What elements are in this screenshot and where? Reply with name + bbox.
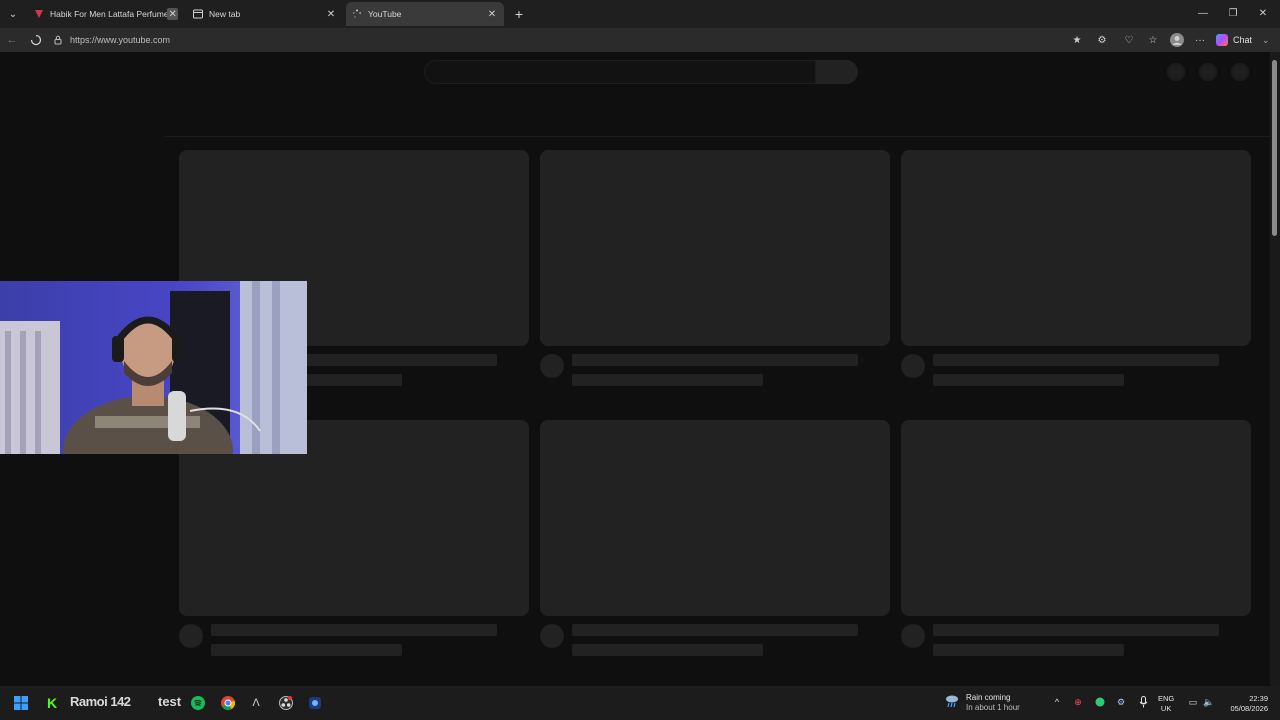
weather-subtitle: In about 1 hour xyxy=(966,703,1020,712)
tab-title: New tab xyxy=(209,9,241,19)
clock-date: 05/08/2026 xyxy=(1230,704,1268,713)
network-icon[interactable]: ▭ xyxy=(1186,695,1200,709)
taskbar-overlay-text-2: test xyxy=(158,694,182,709)
close-window-icon[interactable]: ✕ xyxy=(1252,5,1274,21)
show-hidden-icons-chevron-icon[interactable]: ^ xyxy=(1050,695,1064,709)
tab-title: Habik For Men Lattafa Perfumes co xyxy=(50,9,168,19)
streaming-app-icon[interactable] xyxy=(307,695,323,711)
obs-icon[interactable] xyxy=(278,695,294,711)
video-thumbnail-skeleton xyxy=(901,420,1251,616)
search-box-skeleton xyxy=(424,60,816,84)
weather-widget[interactable]: Rain coming In about 1 hour xyxy=(944,692,1020,714)
copilot-chat-button[interactable]: Chat ⌄ xyxy=(1216,32,1270,48)
webcam-person-image xyxy=(0,281,307,454)
clock[interactable]: 22:39 05/08/2026 xyxy=(1222,694,1268,714)
scrollbar-thumb[interactable] xyxy=(1272,60,1277,236)
channel-avatar-skeleton xyxy=(901,624,925,648)
profile-avatar-icon[interactable] xyxy=(1169,32,1185,48)
tray-app-icon[interactable]: ⊕ xyxy=(1071,695,1085,709)
video-thumbnail-skeleton xyxy=(540,420,890,616)
tab-strip: ⌄ Habik For Men Lattafa Perfumes co ✕ Ne… xyxy=(0,0,1280,28)
browser-toolbar: ← https://www.youtube.com ★ ⚙ ♡ ☆ ··· Ch… xyxy=(0,28,1280,52)
chips-divider xyxy=(164,136,1270,137)
header-icon-skeleton xyxy=(1199,63,1217,81)
tab-close-icon[interactable]: ✕ xyxy=(167,8,178,20)
meta-line-skeleton xyxy=(211,644,402,656)
chat-label: Chat xyxy=(1233,35,1253,45)
chevron-down-icon[interactable]: ⌄ xyxy=(1262,35,1270,46)
title-line-skeleton xyxy=(572,354,858,366)
channel-avatar-skeleton xyxy=(901,354,925,378)
address-bar[interactable]: https://www.youtube.com xyxy=(52,31,1092,49)
title-line-skeleton xyxy=(933,354,1219,366)
language-code: ENG xyxy=(1158,694,1175,703)
rain-cloud-icon xyxy=(944,693,960,714)
tab-close-icon[interactable]: ✕ xyxy=(325,8,337,20)
minimize-icon[interactable]: — xyxy=(1192,5,1214,21)
site-info-icon[interactable] xyxy=(52,34,64,46)
tray-status-icon[interactable] xyxy=(1093,695,1107,709)
header-icon-skeleton xyxy=(1231,63,1249,81)
webcam-overlay xyxy=(0,281,307,454)
lattafa-favicon-icon xyxy=(34,9,44,19)
browser-essentials-icon[interactable]: ♡ xyxy=(1121,32,1137,48)
back-arrow-icon[interactable]: ← xyxy=(4,32,20,48)
keyboard-region: UK xyxy=(1160,704,1172,713)
favorite-star-icon[interactable]: ★ xyxy=(1069,32,1085,48)
language-indicator[interactable]: ENG UK xyxy=(1158,694,1174,714)
tab-youtube[interactable]: YouTube ✕ xyxy=(346,2,504,26)
copilot-icon xyxy=(1216,34,1228,46)
taskbar-overlay-text: Ramoi 142 xyxy=(70,694,131,709)
volume-icon[interactable]: 🔈 xyxy=(1202,695,1216,709)
stop-loading-icon[interactable] xyxy=(28,32,44,48)
tab-new-tab[interactable]: New tab ✕ xyxy=(187,2,343,26)
title-line-skeleton xyxy=(933,624,1219,636)
new-tab-favicon-icon xyxy=(193,9,203,19)
channel-avatar-skeleton xyxy=(179,624,203,648)
more-options-icon[interactable]: ··· xyxy=(1192,32,1208,48)
new-tab-plus-icon[interactable]: + xyxy=(511,6,527,22)
kick-app-icon[interactable]: K xyxy=(44,695,60,711)
app-launcher-icon[interactable]: Λ xyxy=(248,695,264,711)
header-icon-skeleton xyxy=(1167,63,1185,81)
favorites-icon[interactable]: ☆ xyxy=(1145,32,1161,48)
video-thumbnail-skeleton xyxy=(540,150,890,346)
loading-spinner-icon xyxy=(352,9,362,19)
channel-avatar-skeleton xyxy=(540,624,564,648)
clock-time: 22:39 xyxy=(1249,694,1268,703)
restore-icon[interactable]: ❐ xyxy=(1222,5,1244,21)
steam-icon[interactable]: ⚙ xyxy=(1114,695,1128,709)
title-line-skeleton xyxy=(211,624,497,636)
video-thumbnail-skeleton xyxy=(901,150,1251,346)
title-line-skeleton xyxy=(572,624,858,636)
tab-title: YouTube xyxy=(368,9,402,19)
tab-list-chevron-icon[interactable]: ⌄ xyxy=(4,5,22,23)
url-text: https://www.youtube.com xyxy=(70,35,171,45)
meta-line-skeleton xyxy=(933,374,1124,386)
meta-line-skeleton xyxy=(572,374,763,386)
channel-avatar-skeleton xyxy=(540,354,564,378)
chrome-icon[interactable] xyxy=(220,695,236,711)
meta-line-skeleton xyxy=(572,644,763,656)
extensions-icon[interactable]: ⚙ xyxy=(1094,32,1110,48)
tab-close-icon[interactable]: ✕ xyxy=(486,8,498,20)
page-scrollbar[interactable] xyxy=(1270,52,1280,686)
weather-title: Rain coming xyxy=(966,693,1011,702)
microphone-icon[interactable] xyxy=(1136,695,1150,709)
tab-habik[interactable]: Habik For Men Lattafa Perfumes co ✕ xyxy=(28,2,184,26)
spotify-icon[interactable] xyxy=(190,695,206,711)
windows-start-icon[interactable] xyxy=(13,695,29,711)
meta-line-skeleton xyxy=(933,644,1124,656)
windows-taskbar: K Ramoi 142 test Λ Rain coming In about … xyxy=(0,686,1280,720)
search-button-skeleton xyxy=(816,60,858,84)
